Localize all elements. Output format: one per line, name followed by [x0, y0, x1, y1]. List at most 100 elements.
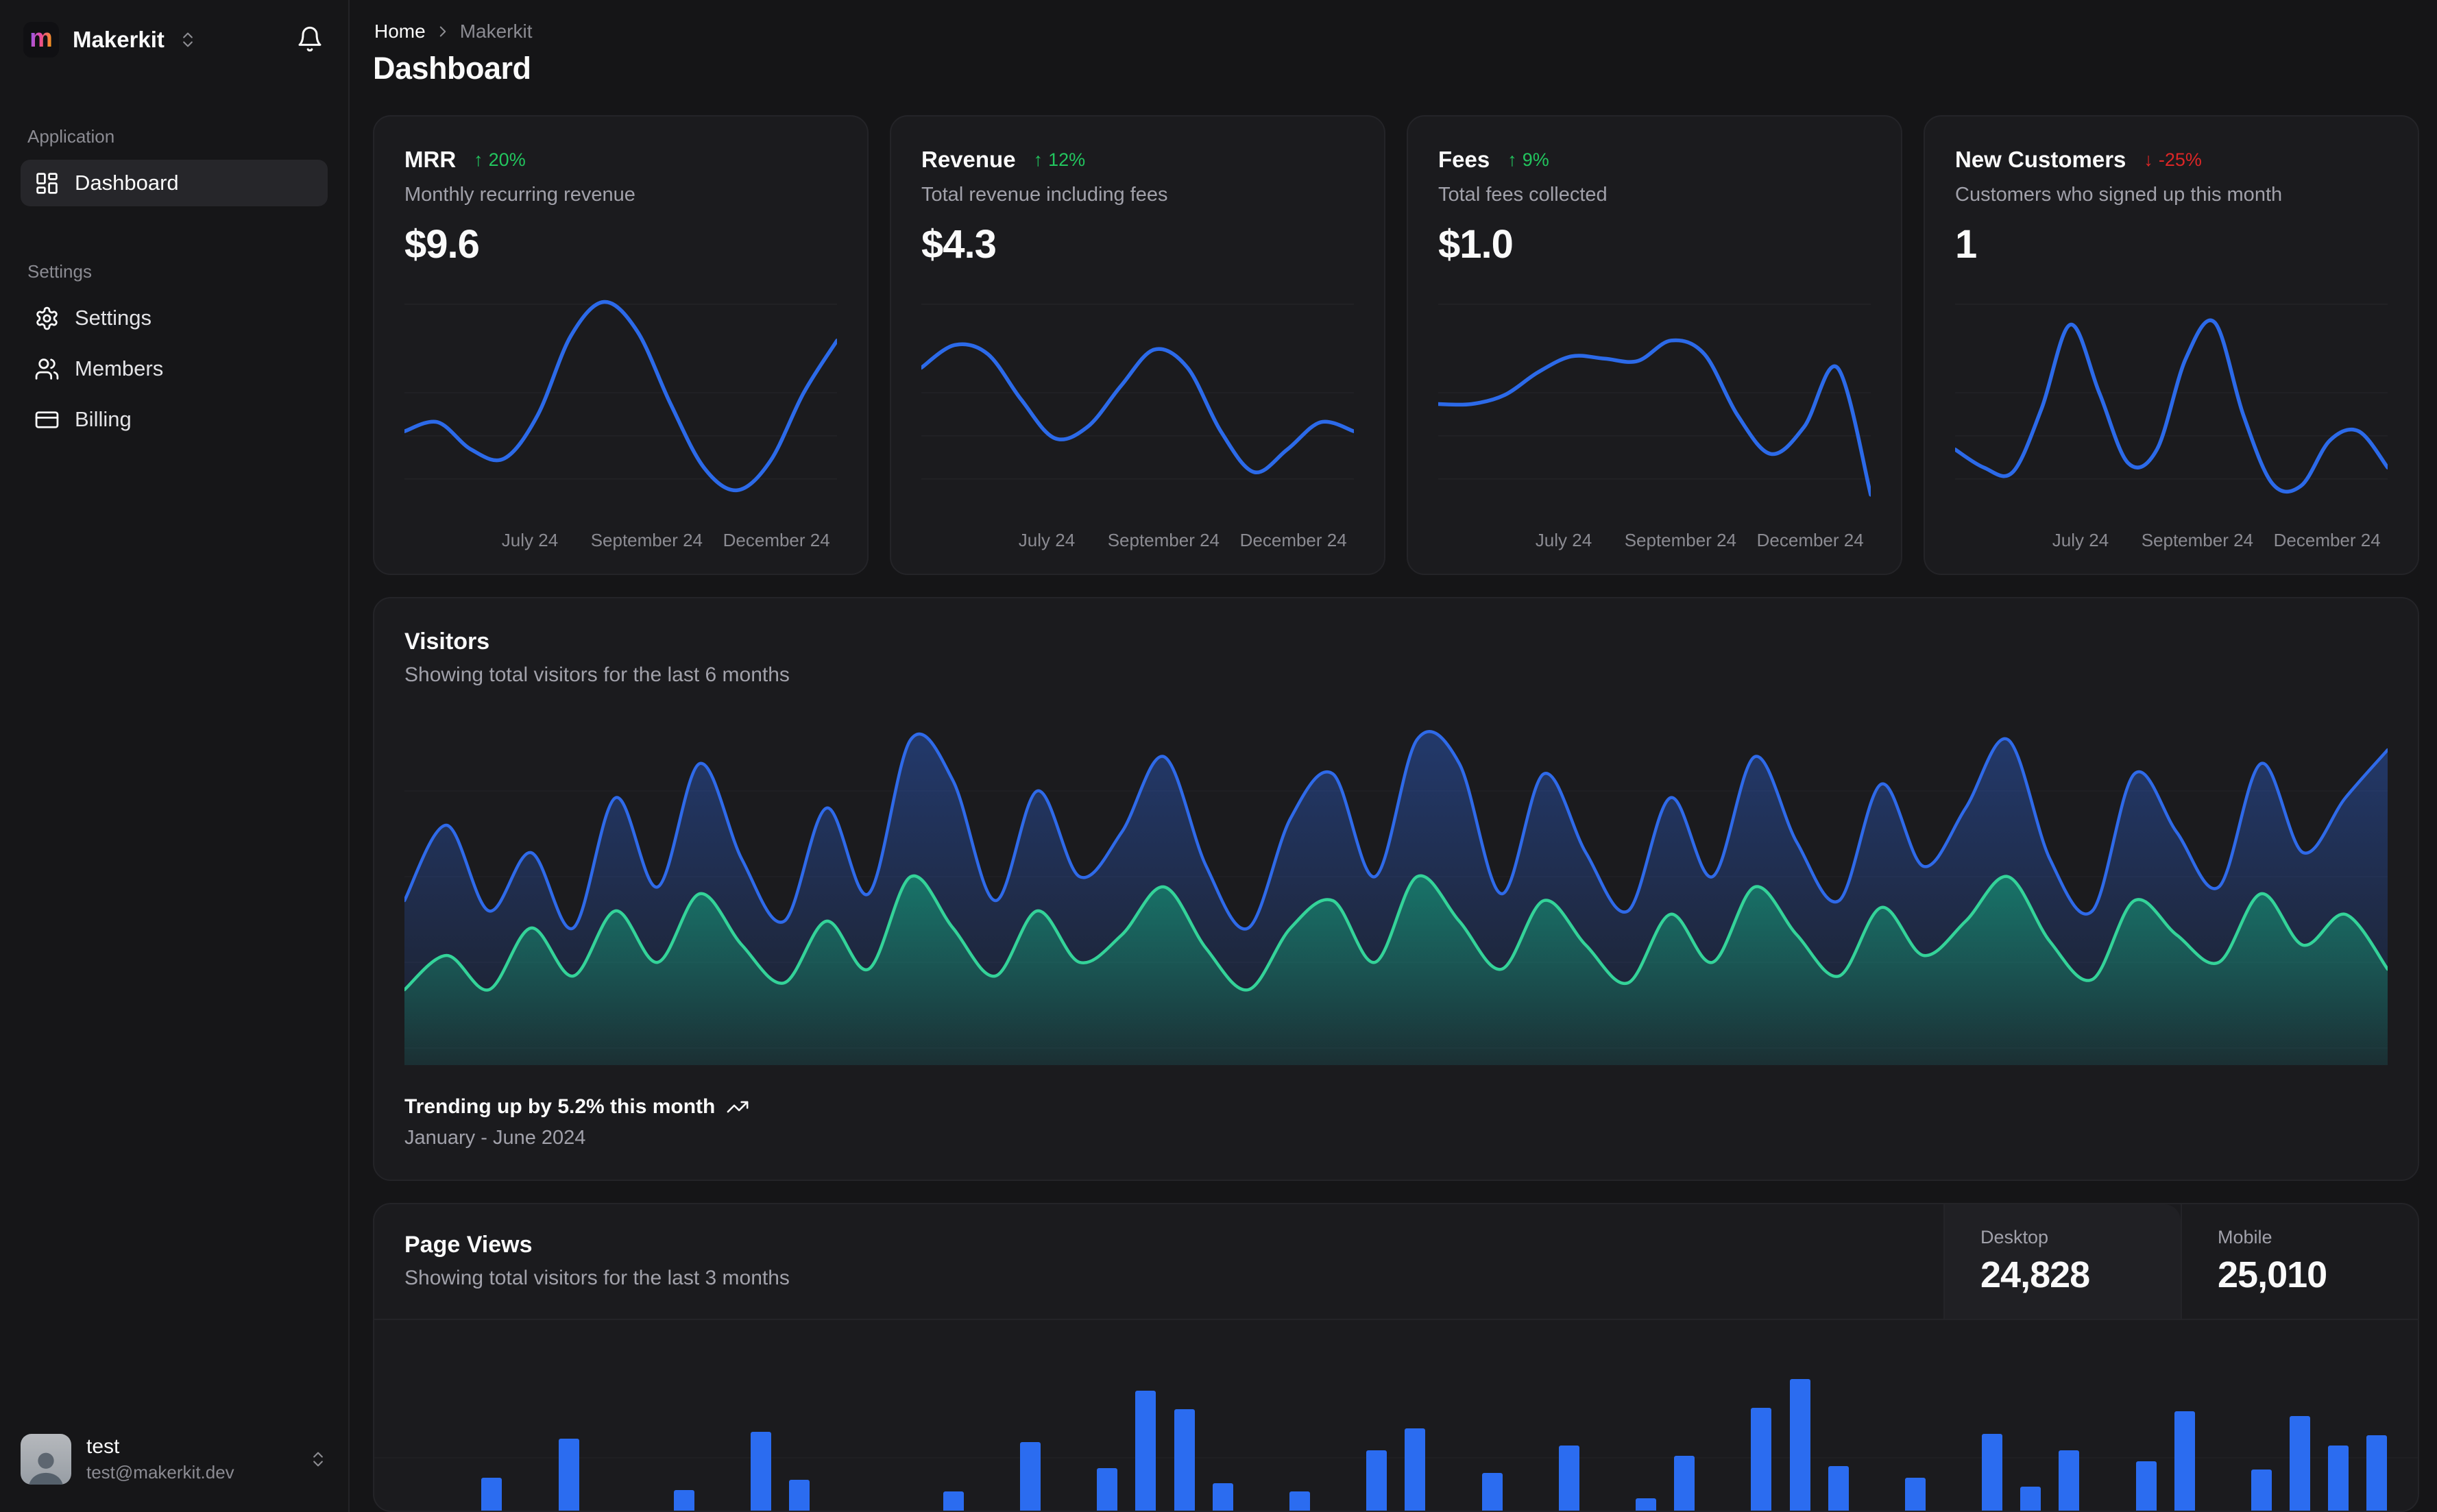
user-name: test — [86, 1435, 120, 1458]
toggle-label: Mobile — [2218, 1227, 2272, 1247]
sidebar: m Makerkit Application Dashboard Setting… — [0, 0, 350, 1512]
toggle-label: Desktop — [1980, 1227, 2049, 1247]
visitors-date-range: January - June 2024 — [404, 1127, 586, 1149]
sidebar-item-settings[interactable]: Settings — [21, 295, 328, 341]
stat-value: $9.6 — [404, 222, 480, 267]
gear-icon — [36, 306, 58, 330]
main-content: Home Makerkit Dashboard MRR ↑ 20% Monthl… — [350, 0, 2437, 1512]
breadcrumb-current: Makerkit — [459, 21, 533, 42]
x-tick: July 24 — [501, 530, 559, 550]
makerkit-logo: m — [23, 22, 59, 58]
stat-value: $1.0 — [1438, 222, 1514, 267]
x-axis: July 24 September 24 December 24 — [921, 523, 1354, 554]
sidebar-header: m Makerkit — [21, 19, 328, 60]
avatar — [21, 1434, 71, 1485]
arrow-down-icon: ↓ — [2144, 149, 2153, 170]
credit-card-icon — [35, 411, 59, 428]
toggle-desktop[interactable]: Desktop 24,828 — [1943, 1204, 2181, 1319]
sparkline-chart: July 24 September 24 December 24 — [1955, 291, 2388, 554]
x-tick: September 24 — [1624, 530, 1737, 550]
breadcrumb-home[interactable]: Home — [374, 21, 426, 42]
bell-icon — [298, 26, 322, 51]
breadcrumb: Home Makerkit — [373, 21, 2419, 42]
nav-section-label-application: Application — [27, 126, 115, 147]
sparkline-chart: July 24 September 24 December 24 — [921, 291, 1354, 554]
arrow-up-icon: ↑ — [1507, 149, 1517, 170]
toggle-value: 25,010 — [2218, 1254, 2327, 1295]
user-menu[interactable]: test test@makerkit.dev — [21, 1434, 328, 1485]
layout-dashboard-icon — [36, 172, 58, 194]
stat-cards-row: MRR ↑ 20% Monthly recurring revenue $9.6… — [373, 115, 2419, 575]
visitors-card: Visitors Showing total visitors for the … — [373, 597, 2419, 1181]
visitors-title: Visitors — [404, 629, 490, 655]
delta-value: 9% — [1522, 149, 1549, 170]
arrow-up-icon: ↑ — [474, 149, 483, 170]
sidebar-item-members[interactable]: Members — [21, 345, 328, 392]
sidebar-item-label: Dashboard — [75, 171, 179, 195]
x-axis: July 24 September 24 December 24 — [1438, 523, 1871, 554]
visitors-area-chart — [404, 722, 2388, 1065]
trend-badge: ↑ 12% — [1034, 149, 1086, 171]
x-tick: September 24 — [590, 530, 703, 550]
x-tick: December 24 — [1756, 530, 1864, 550]
logo-letter: m — [29, 24, 53, 53]
delta-value: 20% — [488, 149, 526, 170]
x-tick: July 24 — [2052, 530, 2109, 550]
stat-card-fees: Fees ↑ 9% Total fees collected $1.0 July… — [1407, 115, 1902, 575]
trend-badge: ↑ 9% — [1507, 149, 1549, 171]
visitors-footer: Trending up by 5.2% this month — [404, 1095, 2388, 1119]
delta-value: 12% — [1048, 149, 1086, 170]
page-views-card: Page Views Showing total visitors for th… — [373, 1203, 2419, 1512]
visitors-subtitle: Showing total visitors for the last 6 mo… — [404, 663, 790, 686]
x-tick: December 24 — [1239, 530, 1347, 550]
sidebar-item-dashboard[interactable]: Dashboard — [21, 160, 328, 206]
nav-section-label-settings: Settings — [27, 261, 92, 282]
sidebar-nav: Application Dashboard Settings Settings … — [21, 126, 328, 447]
arrow-up-icon: ↑ — [1033, 149, 1043, 170]
x-tick: December 24 — [723, 530, 830, 550]
stat-card-mrr: MRR ↑ 20% Monthly recurring revenue $9.6… — [373, 115, 869, 575]
stat-title: MRR — [404, 147, 457, 172]
chevron-right-icon — [439, 26, 446, 37]
x-tick: September 24 — [1107, 530, 1220, 550]
stat-subtitle: Total fees collected — [1438, 184, 1608, 206]
page-views-bar-chart — [374, 1320, 2418, 1511]
stat-title: Revenue — [921, 147, 1016, 172]
chevrons-up-down-icon — [183, 32, 193, 47]
trending-up-icon — [727, 1101, 749, 1113]
toggle-mobile[interactable]: Mobile 25,010 — [2181, 1204, 2418, 1319]
x-tick: December 24 — [2273, 530, 2381, 550]
stat-subtitle: Total revenue including fees — [921, 184, 1168, 206]
x-axis: July 24 September 24 December 24 — [1955, 523, 2388, 554]
x-axis: July 24 September 24 December 24 — [404, 523, 837, 554]
delta-value: -25% — [2158, 149, 2202, 170]
trend-badge: ↑ 20% — [474, 149, 526, 171]
trending-text: Trending up by 5.2% this month — [404, 1095, 716, 1118]
page-views-title: Page Views — [404, 1232, 533, 1258]
sidebar-item-label: Billing — [75, 407, 132, 431]
sparkline-chart: July 24 September 24 December 24 — [1438, 291, 1871, 554]
users-icon — [35, 358, 59, 380]
stat-title: Fees — [1438, 147, 1490, 172]
stat-value: 1 — [1955, 222, 1977, 267]
page-views-subtitle: Showing total visitors for the last 3 mo… — [404, 1267, 790, 1289]
x-tick: September 24 — [2141, 530, 2254, 550]
x-tick: July 24 — [1535, 530, 1592, 550]
chevrons-up-down-icon — [313, 1452, 323, 1467]
stat-title: New Customers — [1955, 147, 2126, 172]
workspace-name: Makerkit — [73, 27, 165, 52]
stat-card-new-customers: New Customers ↓ -25% Customers who signe… — [1924, 115, 2419, 575]
sidebar-item-label: Members — [75, 356, 164, 380]
page-title: Dashboard — [373, 51, 531, 86]
trend-badge: ↓ -25% — [2144, 149, 2202, 171]
notifications-button[interactable] — [292, 21, 328, 59]
stat-subtitle: Monthly recurring revenue — [404, 184, 635, 206]
stat-value: $4.3 — [921, 222, 997, 267]
toggle-value: 24,828 — [1980, 1254, 2090, 1295]
sidebar-item-label: Settings — [75, 306, 152, 330]
stat-card-revenue: Revenue ↑ 12% Total revenue including fe… — [890, 115, 1385, 575]
workspace-selector[interactable]: m Makerkit — [21, 19, 200, 60]
sidebar-item-billing[interactable]: Billing — [21, 396, 328, 443]
x-tick: July 24 — [1018, 530, 1076, 550]
user-meta: test test@makerkit.dev — [86, 1435, 234, 1483]
